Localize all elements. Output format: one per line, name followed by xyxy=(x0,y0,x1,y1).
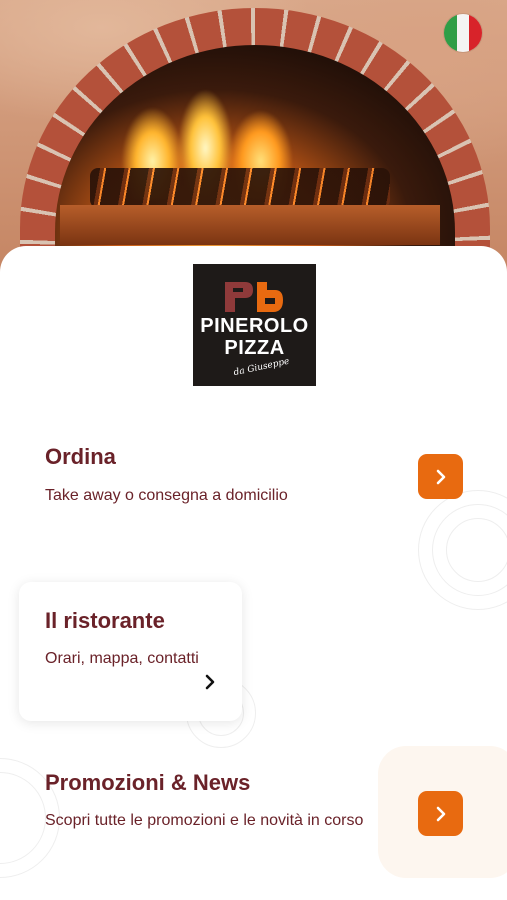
restaurant-title[interactable]: Il ristorante xyxy=(45,608,165,634)
promotions-title[interactable]: Promozioni & News xyxy=(45,770,250,796)
logo-line-1: PINEROLO xyxy=(200,315,309,337)
chevron-right-icon xyxy=(436,806,445,821)
order-arrow-button[interactable] xyxy=(418,454,463,499)
restaurant-logo: PINEROLO PIZZA da Giuseppe xyxy=(193,264,316,386)
chevron-right-icon[interactable] xyxy=(203,674,217,690)
restaurant-subtitle: Orari, mappa, contatti xyxy=(45,650,199,667)
promotions-arrow-button[interactable] xyxy=(418,791,463,836)
hero-oven-image xyxy=(0,0,507,275)
pd-monogram-icon xyxy=(225,282,283,312)
main-content-sheet: PINEROLO PIZZA da Giuseppe Ordina Take a… xyxy=(0,246,507,900)
promotions-subtitle: Scopri tutte le promozioni e le novità i… xyxy=(45,812,364,829)
chevron-right-icon xyxy=(436,469,445,484)
order-title[interactable]: Ordina xyxy=(45,444,116,470)
decorative-ring xyxy=(446,518,507,582)
language-flag-italy-icon[interactable] xyxy=(444,14,482,52)
order-subtitle: Take away o consegna a domicilio xyxy=(45,487,288,504)
